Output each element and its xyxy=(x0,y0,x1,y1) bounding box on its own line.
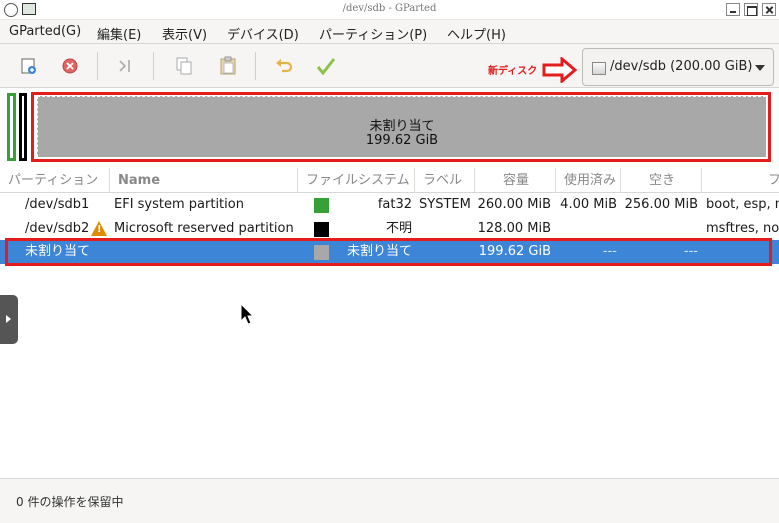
close-button[interactable] xyxy=(762,3,776,16)
resize-move-icon[interactable] xyxy=(112,53,140,79)
apply-checkmark-icon[interactable] xyxy=(312,53,340,79)
minimize-button[interactable] xyxy=(726,3,740,16)
partition-table: パーティション Name ファイルシステム ラベル 容量 使用済み 空き フ /… xyxy=(0,166,779,478)
title-bar: /dev/sdb - GParted xyxy=(0,0,779,20)
col-unused[interactable]: 空き xyxy=(621,168,702,193)
new-disk-annotation: 新ディスク xyxy=(488,66,538,77)
cell-unused: 256.00 MiB xyxy=(624,197,698,212)
table-row-selected[interactable]: 未割り当て 未割り当て 199.62 GiB --- --- xyxy=(0,238,779,266)
table-row[interactable]: /dev/sdb1 EFI system partition fat32 SYS… xyxy=(0,193,779,217)
disk-map-sdb1[interactable] xyxy=(7,93,16,161)
copy-icon[interactable] xyxy=(170,53,198,79)
cell-partition: /dev/sdb1 xyxy=(25,197,90,212)
cell-filesystem: 未割り当て xyxy=(346,244,412,259)
filesystem-color-swatch xyxy=(314,245,329,260)
device-selector[interactable]: /dev/sdb (200.00 GiB) xyxy=(582,48,774,86)
side-panel-handle[interactable] xyxy=(0,295,18,344)
unallocated-fill: 未割り当て 199.62 GiB xyxy=(37,96,766,157)
menu-partition[interactable]: パーティション(P) xyxy=(319,24,427,43)
pending-operations: 0 件の操作を保留中 xyxy=(16,495,124,509)
disk-map: 未割り当て 199.62 GiB xyxy=(0,88,779,166)
unallocated-size: 199.62 GiB xyxy=(365,133,439,148)
cell-flags: boot, esp, n xyxy=(706,197,779,212)
toolbar: /dev/sdb (200.00 GiB) xyxy=(0,44,779,88)
toolbar-separator xyxy=(153,52,154,80)
col-partition[interactable]: パーティション xyxy=(0,168,110,193)
disk-map-sdb2[interactable] xyxy=(19,93,27,161)
menu-device[interactable]: デバイス(D) xyxy=(227,24,299,43)
window-title: /dev/sdb - GParted xyxy=(342,3,437,14)
cell-used: 4.00 MiB xyxy=(560,197,617,212)
menu-help[interactable]: ヘルプ(H) xyxy=(447,24,506,43)
unallocated-label: 未割り当て xyxy=(369,119,435,134)
delete-partition-icon[interactable] xyxy=(56,53,84,79)
menu-view[interactable]: 表示(V) xyxy=(162,24,207,43)
cell-size: 199.62 GiB xyxy=(478,244,551,259)
red-arrow-icon xyxy=(542,57,578,83)
new-partition-icon[interactable] xyxy=(14,53,42,79)
menu-edit[interactable]: 編集(E) xyxy=(97,24,141,43)
mouse-pointer-icon xyxy=(240,303,254,325)
cell-label: SYSTEM xyxy=(419,197,471,212)
col-size[interactable]: 容量 xyxy=(475,168,556,193)
col-filesystem[interactable]: ファイルシステム xyxy=(298,168,415,193)
maximize-button[interactable] xyxy=(744,3,758,16)
filesystem-color-swatch xyxy=(314,198,329,213)
status-bar: 0 件の操作を保留中 xyxy=(0,478,779,523)
col-flags[interactable]: フ xyxy=(702,168,779,193)
toolbar-separator xyxy=(255,52,256,80)
col-name[interactable]: Name xyxy=(110,168,298,193)
chevron-down-icon xyxy=(755,65,765,71)
cell-size: 260.00 MiB xyxy=(477,197,551,212)
undo-icon[interactable] xyxy=(270,53,298,79)
disk-map-unallocated[interactable]: 未割り当て 199.62 GiB xyxy=(31,92,771,162)
table-header: パーティション Name ファイルシステム ラベル 容量 使用済み 空き フ xyxy=(0,168,779,193)
cell-filesystem: fat32 xyxy=(377,197,412,212)
cell-name: EFI system partition xyxy=(114,197,244,212)
menu-bar: GParted(G) 編集(E) 表示(V) デバイス(D) パーティション(P… xyxy=(0,20,779,44)
col-used[interactable]: 使用済み xyxy=(556,168,621,193)
filesystem-color-swatch xyxy=(314,222,329,237)
toolbar-separator xyxy=(97,52,98,80)
cell-used: --- xyxy=(602,244,617,259)
paste-icon[interactable] xyxy=(214,53,242,79)
cell-unused: --- xyxy=(683,244,698,259)
warning-icon xyxy=(91,221,107,236)
device-selector-label: /dev/sdb (200.00 GiB) xyxy=(610,59,753,74)
menu-gparted[interactable]: GParted(G) xyxy=(9,24,81,39)
disk-icon xyxy=(592,62,606,75)
col-label[interactable]: ラベル xyxy=(415,168,475,193)
cell-partition: 未割り当て xyxy=(25,244,91,259)
